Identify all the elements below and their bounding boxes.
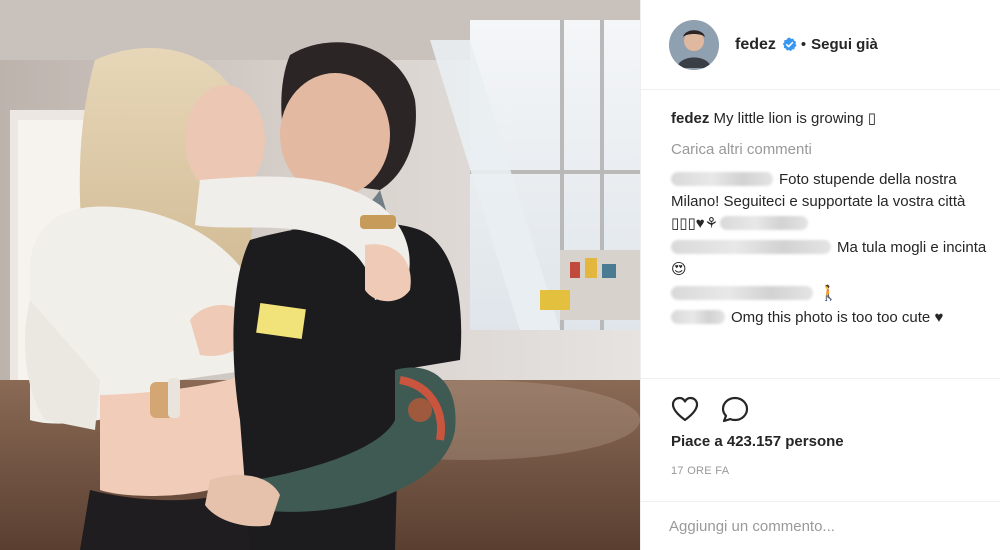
comment-text: 🚶	[819, 285, 838, 302]
heart-outline-icon[interactable]	[669, 393, 701, 425]
comment-text: Omg this photo is too too cute ♥	[731, 309, 944, 326]
verified-badge-icon	[782, 37, 797, 52]
caption-text: My little lion is growing ▯	[713, 110, 876, 127]
comment-item: Ma tula mogli e incinta😍	[671, 237, 1000, 281]
post-header: fedez • Segui già	[641, 0, 1000, 90]
author-username[interactable]: fedez	[735, 36, 776, 54]
comment-username-redacted[interactable]	[671, 172, 773, 186]
post-photo-illustration	[0, 0, 640, 550]
comment-input[interactable]	[669, 514, 969, 538]
post-caption: fedez My little lion is growing ▯	[671, 108, 1000, 130]
avatar[interactable]	[669, 19, 719, 70]
load-more-comments-link[interactable]: Carica altri commenti	[671, 139, 1000, 161]
post-sidebar: fedez • Segui già fedez My little lion i…	[640, 0, 1000, 550]
post-photo[interactable]	[0, 0, 640, 550]
add-comment-section	[641, 501, 1000, 550]
follow-button[interactable]: Segui già	[811, 36, 878, 53]
comment-username-redacted[interactable]	[671, 240, 831, 254]
comment-item: 🚶	[671, 283, 1000, 305]
caption-username[interactable]: fedez	[671, 110, 709, 127]
comment-username-redacted[interactable]	[671, 310, 725, 324]
comments-list: fedez My little lion is growing ▯ Carica…	[671, 108, 1000, 331]
likes-count[interactable]: Piace a 423.157 persone	[671, 433, 844, 450]
mention-redacted[interactable]	[720, 216, 809, 230]
comment-bubble-icon[interactable]	[719, 393, 751, 425]
comment-item: Foto stupende della nostra Milano! Segui…	[671, 169, 1000, 235]
header-separator: •	[800, 36, 807, 53]
comment-username-redacted[interactable]	[671, 286, 813, 300]
post-timestamp[interactable]: 17 ORE FA	[671, 465, 729, 477]
comment-item: Omg this photo is too too cute ♥	[671, 307, 1000, 329]
post-actions: Piace a 423.157 persone 17 ORE FA	[641, 378, 1000, 550]
avatar-image	[669, 19, 719, 70]
